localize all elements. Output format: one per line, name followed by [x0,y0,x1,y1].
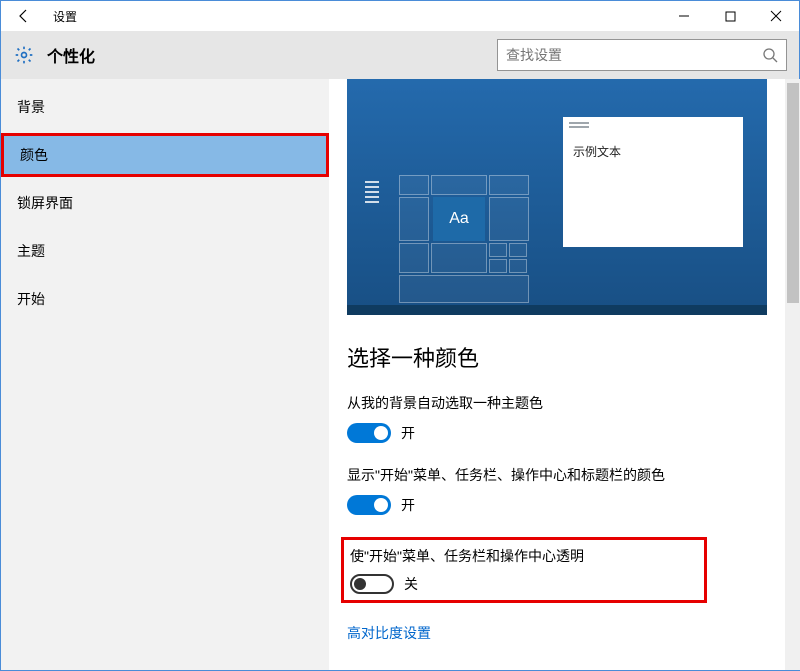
search-input[interactable] [498,41,754,69]
body: 背景 颜色 锁屏界面 主题 开始 [1,79,799,670]
settings-window: 设置 个性化 [0,0,800,671]
maximize-button[interactable] [707,1,753,31]
toggle-state-text: 开 [401,495,415,515]
sidebar-item-label: 主题 [17,241,45,261]
preview-taskbar [347,305,767,315]
setting-label: 从我的背景自动选取一种主题色 [347,393,767,413]
setting-label: 使"开始"菜单、任务栏和操作中心透明 [350,546,698,566]
setting-auto-accent: 从我的背景自动选取一种主题色 开 [347,393,767,443]
color-preview: Aa 示例文本 [347,79,767,315]
setting-transparency-highlight: 使"开始"菜单、任务栏和操作中心透明 关 [341,537,707,603]
gear-icon[interactable] [1,45,47,65]
window-title: 设置 [53,8,77,25]
sidebar-item-lockscreen[interactable]: 锁屏界面 [1,181,329,225]
sidebar-item-themes[interactable]: 主题 [1,229,329,273]
search-box[interactable] [497,39,787,71]
sidebar: 背景 颜色 锁屏界面 主题 开始 [1,79,329,670]
sidebar-item-label: 开始 [17,289,45,309]
scrollbar-thumb[interactable] [787,83,799,303]
preview-aa-tile: Aa [433,197,485,241]
sidebar-item-label: 背景 [17,97,45,117]
content-wrap: Aa 示例文本 选择一种颜色 从我的背景自动选取一种主题色 开 [329,79,800,670]
toggle-state-text: 开 [401,423,415,443]
preview-start-tiles: Aa [361,175,531,305]
sidebar-item-background[interactable]: 背景 [1,85,329,129]
sidebar-item-label: 锁屏界面 [17,193,73,213]
page-title: 个性化 [47,43,95,67]
minimize-button[interactable] [661,1,707,31]
section-title: 选择一种颜色 [347,341,767,373]
setting-show-color-surfaces: 显示"开始"菜单、任务栏、操作中心和标题栏的颜色 开 [347,465,767,515]
scrollbar[interactable] [785,79,800,670]
titlebar: 设置 [1,1,799,31]
search-icon[interactable] [754,47,786,63]
close-button[interactable] [753,1,799,31]
toggle-state-text: 关 [404,574,418,594]
toggle-show-color[interactable] [347,495,391,515]
back-button[interactable] [1,1,47,31]
content: Aa 示例文本 选择一种颜色 从我的背景自动选取一种主题色 开 [329,79,785,670]
toggle-transparency[interactable] [350,574,394,594]
toggle-auto-accent[interactable] [347,423,391,443]
preview-sample-text: 示例文本 [563,135,743,168]
sidebar-item-color[interactable]: 颜色 [1,133,329,177]
high-contrast-link[interactable]: 高对比度设置 [347,623,431,643]
setting-label: 显示"开始"菜单、任务栏、操作中心和标题栏的颜色 [347,465,767,485]
preview-sample-window: 示例文本 [563,117,743,247]
sidebar-item-label: 颜色 [20,145,48,165]
header: 个性化 [1,31,799,79]
sidebar-item-start[interactable]: 开始 [1,277,329,321]
